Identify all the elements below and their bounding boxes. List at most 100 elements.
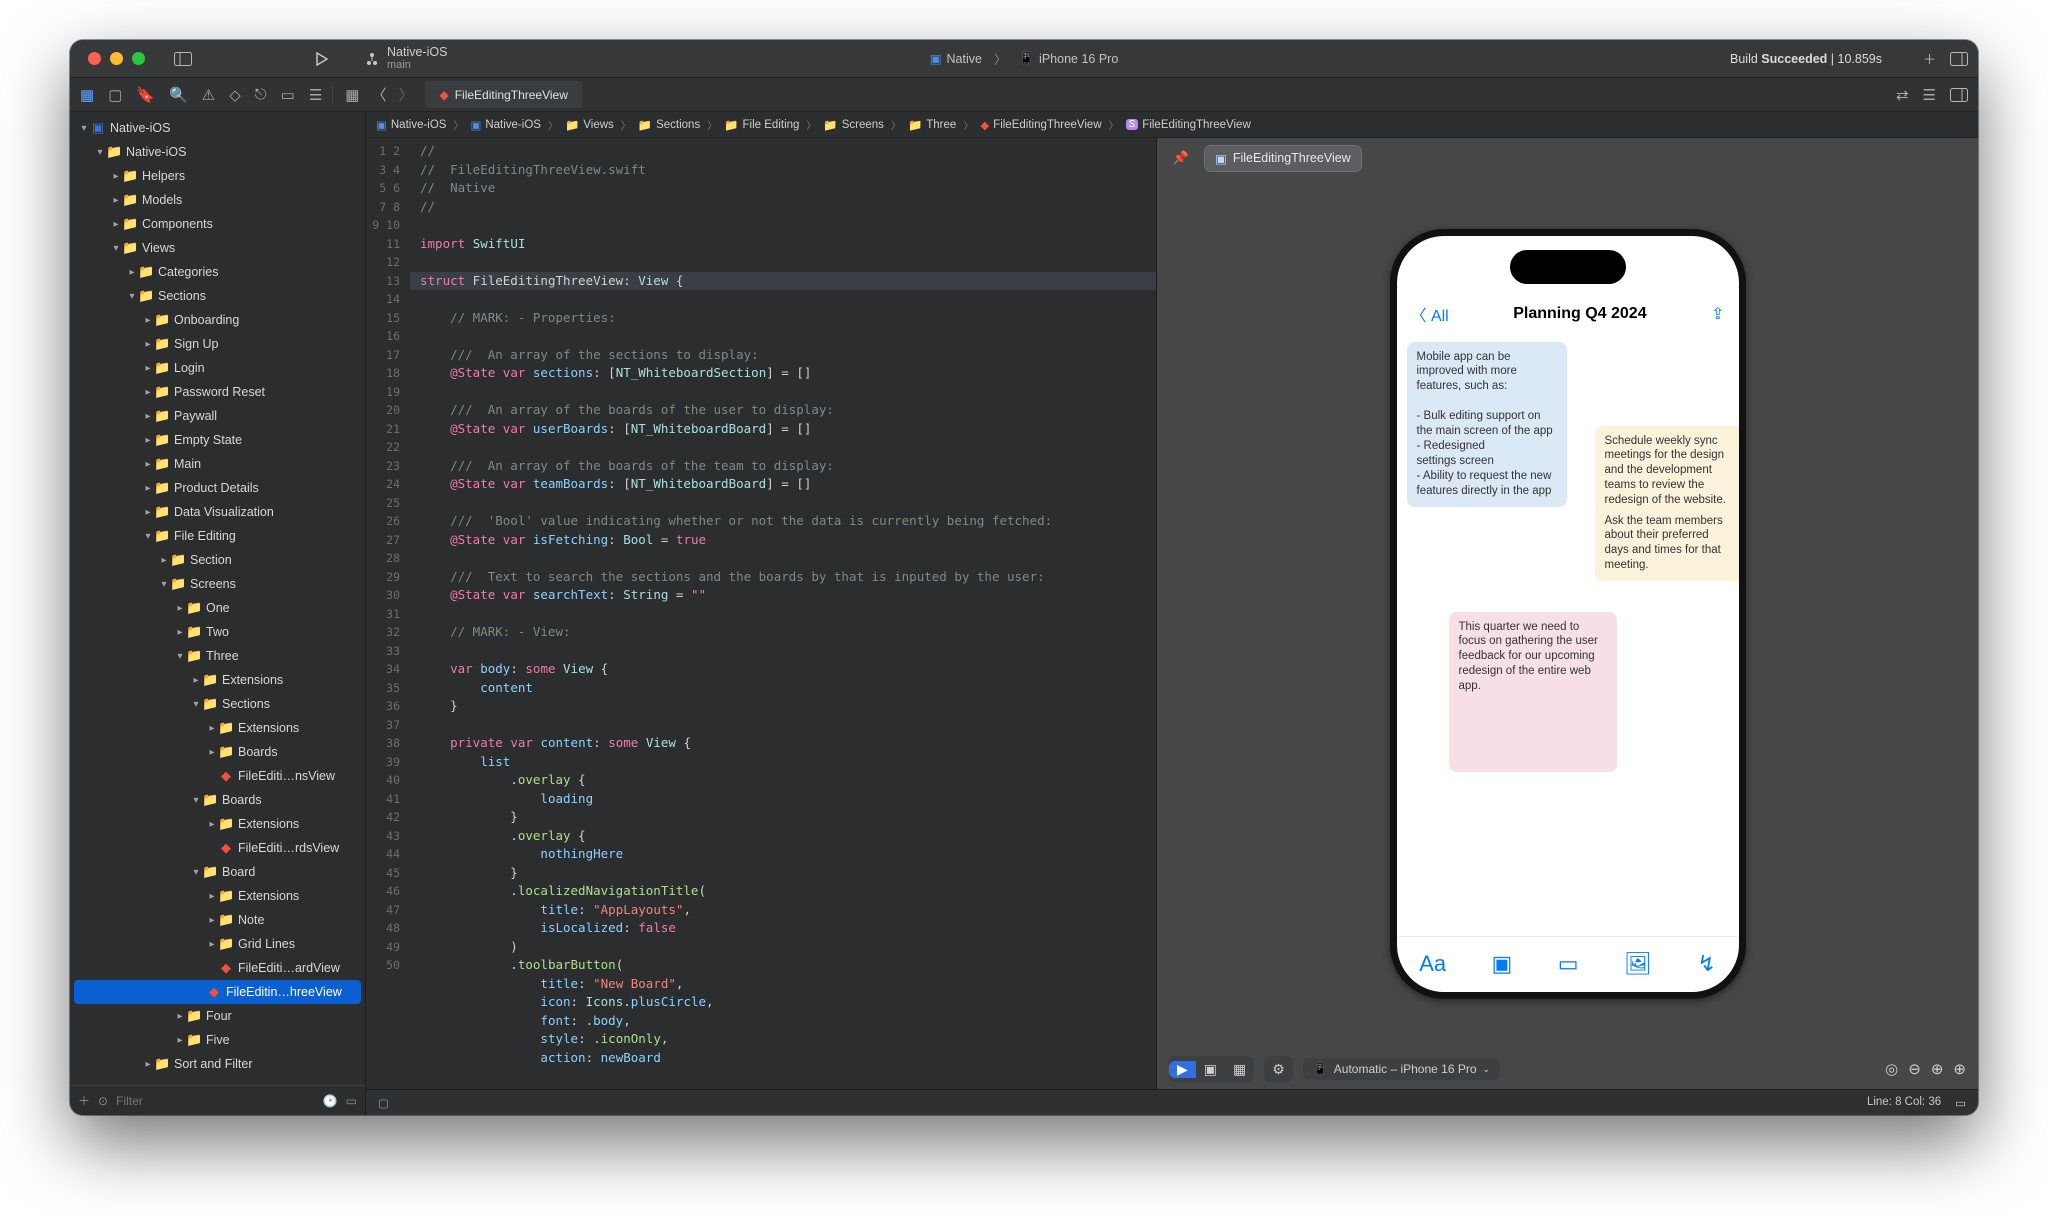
bookmark-icon[interactable]: 🔖: [136, 86, 155, 104]
disclosure-icon[interactable]: ▸: [142, 435, 154, 446]
disclosure-icon[interactable]: ▾: [158, 579, 170, 590]
disclosure-icon[interactable]: ▾: [190, 699, 202, 710]
tree-row[interactable]: ▸📁Login: [70, 356, 365, 380]
tree-row[interactable]: ▸📁Extensions: [70, 716, 365, 740]
tree-row[interactable]: ▾📁Sections: [70, 692, 365, 716]
back-button[interactable]: 〈 All: [1411, 302, 1449, 326]
library-button[interactable]: [1950, 52, 1968, 66]
breakpoint-navigator-icon[interactable]: ▭: [281, 86, 295, 104]
nav-forward-icon[interactable]: 〉: [398, 84, 413, 105]
toggle-sidebar-button[interactable]: [169, 46, 197, 72]
jump-bar-item[interactable]: SFileEditingThreeView: [1126, 119, 1251, 131]
zoom-out-icon[interactable]: ⊖: [1908, 1060, 1921, 1078]
tree-row[interactable]: ▾📁Sections: [70, 284, 365, 308]
image-tool-icon[interactable]: 🖼: [1624, 951, 1652, 977]
tree-row[interactable]: ▸📁Sort and Filter: [70, 1052, 365, 1076]
zoom-window[interactable]: [132, 52, 145, 65]
scheme-selector[interactable]: Native-iOS main: [365, 46, 447, 72]
note-pink[interactable]: This quarter we need to focus on gatheri…: [1449, 612, 1617, 772]
code-editor[interactable]: 1 2 3 4 5 6 7 8 9 10 11 12 13 14 15 16 1…: [366, 138, 1156, 1089]
test-navigator-icon[interactable]: ◇: [229, 86, 241, 104]
shape-tool-icon[interactable]: ▭: [1558, 951, 1579, 977]
disclosure-icon[interactable]: ▸: [174, 603, 186, 614]
disclosure-icon[interactable]: ▸: [142, 483, 154, 494]
disclosure-icon[interactable]: ▾: [190, 867, 202, 878]
project-navigator-icon[interactable]: ▦: [80, 86, 94, 104]
tree-row[interactable]: ▸📁Data Visualization: [70, 500, 365, 524]
disclosure-icon[interactable]: ▸: [174, 1035, 186, 1046]
tree-row[interactable]: ▸📁Empty State: [70, 428, 365, 452]
tree-row[interactable]: ▸📁Helpers: [70, 164, 365, 188]
tree-row[interactable]: ◆FileEditin…hreeView: [74, 980, 361, 1004]
scm-filter-icon[interactable]: ▭: [346, 1094, 357, 1108]
device-settings-button[interactable]: ⚙: [1264, 1061, 1293, 1078]
device-picker[interactable]: 📱Automatic – iPhone 16 Pro⌄: [1303, 1058, 1500, 1080]
note-blue[interactable]: Mobile app can be improved with more fea…: [1407, 342, 1567, 507]
disclosure-icon[interactable]: ▸: [142, 1059, 154, 1070]
recent-filter-icon[interactable]: 🕑: [323, 1094, 338, 1108]
disclosure-icon[interactable]: ▸: [126, 267, 138, 278]
tree-row[interactable]: ▾📁Boards: [70, 788, 365, 812]
disclosure-icon[interactable]: ▸: [142, 315, 154, 326]
tree-row[interactable]: ▾▣Native-iOS: [70, 116, 365, 140]
disclosure-icon[interactable]: ▾: [190, 795, 202, 806]
tree-row[interactable]: ▸📁Categories: [70, 260, 365, 284]
related-items-icon[interactable]: ▦: [345, 86, 359, 104]
jump-bar-item[interactable]: ◆FileEditingThreeView: [980, 118, 1101, 132]
disclosure-icon[interactable]: ▸: [110, 171, 122, 182]
disclosure-icon[interactable]: ▾: [110, 243, 122, 254]
zoom-in-icon[interactable]: ⊕: [1953, 1060, 1966, 1078]
jump-bar-item[interactable]: 📁Screens: [823, 118, 884, 132]
disclosure-icon[interactable]: ▸: [142, 411, 154, 422]
tree-row[interactable]: ▾📁Views: [70, 236, 365, 260]
disclosure-icon[interactable]: ▸: [206, 723, 218, 734]
minimap-icon[interactable]: ☰: [1923, 86, 1936, 104]
tree-row[interactable]: ▸📁Grid Lines: [70, 932, 365, 956]
tree-row[interactable]: ▸📁Section: [70, 548, 365, 572]
preview-chip[interactable]: ▣ FileEditingThreeView: [1205, 146, 1361, 171]
debug-console-icon[interactable]: ▢: [378, 1096, 389, 1110]
disclosure-icon[interactable]: ▸: [142, 507, 154, 518]
note-yellow-1[interactable]: Schedule weekly sync meetings for the de…: [1595, 426, 1739, 517]
disclosure-icon[interactable]: ▸: [206, 819, 218, 830]
text-tool-icon[interactable]: Aa: [1419, 951, 1446, 977]
find-navigator-icon[interactable]: 🔍: [169, 86, 188, 104]
disclosure-icon[interactable]: ▸: [206, 915, 218, 926]
tree-row[interactable]: ▸📁Five: [70, 1028, 365, 1052]
close-window[interactable]: [88, 52, 101, 65]
disclosure-icon[interactable]: ▾: [126, 291, 138, 302]
source-control-navigator-icon[interactable]: ▢: [108, 86, 122, 104]
tree-row[interactable]: ▸📁Main: [70, 452, 365, 476]
jump-bar-item[interactable]: 📁Three: [908, 118, 956, 132]
adjust-editor-icon[interactable]: ⇄: [1896, 86, 1909, 104]
pin-preview-icon[interactable]: 📌: [1167, 144, 1195, 172]
tree-row[interactable]: ▸📁Product Details: [70, 476, 365, 500]
disclosure-icon[interactable]: ▸: [110, 219, 122, 230]
jump-bar-item[interactable]: 📁Sections: [638, 118, 700, 132]
tree-row[interactable]: ▾📁Native-iOS: [70, 140, 365, 164]
disclosure-icon[interactable]: ▾: [142, 531, 154, 542]
zoom-fit-icon[interactable]: ◎: [1885, 1060, 1898, 1078]
disclosure-icon[interactable]: ▸: [206, 939, 218, 950]
tree-row[interactable]: ▸📁Two: [70, 620, 365, 644]
tree-row[interactable]: ◆FileEditi…ardView: [70, 956, 365, 980]
filter-input[interactable]: [116, 1094, 315, 1108]
tree-row[interactable]: ◆FileEditi…nsView: [70, 764, 365, 788]
disclosure-icon[interactable]: ▾: [94, 147, 106, 158]
toggle-debug-area-icon[interactable]: ▭: [1955, 1096, 1966, 1110]
live-preview-button[interactable]: ▶: [1169, 1061, 1196, 1078]
zoom-actual-icon[interactable]: ⊕: [1931, 1060, 1944, 1078]
variants-preview-button[interactable]: ▦: [1225, 1061, 1254, 1078]
add-file-icon[interactable]: ＋: [78, 1092, 90, 1109]
report-navigator-icon[interactable]: ☰: [309, 86, 322, 104]
tree-row[interactable]: ▾📁File Editing: [70, 524, 365, 548]
nav-back-icon[interactable]: 〈: [371, 84, 386, 105]
disclosure-icon[interactable]: ▸: [206, 891, 218, 902]
disclosure-icon[interactable]: ▸: [190, 675, 202, 686]
tree-row[interactable]: ▸📁Extensions: [70, 812, 365, 836]
minimize-window[interactable]: [110, 52, 123, 65]
disclosure-icon[interactable]: ▸: [142, 363, 154, 374]
tree-row[interactable]: ▸📁Components: [70, 212, 365, 236]
disclosure-icon[interactable]: ▸: [206, 747, 218, 758]
tree-row[interactable]: ▸📁Onboarding: [70, 308, 365, 332]
